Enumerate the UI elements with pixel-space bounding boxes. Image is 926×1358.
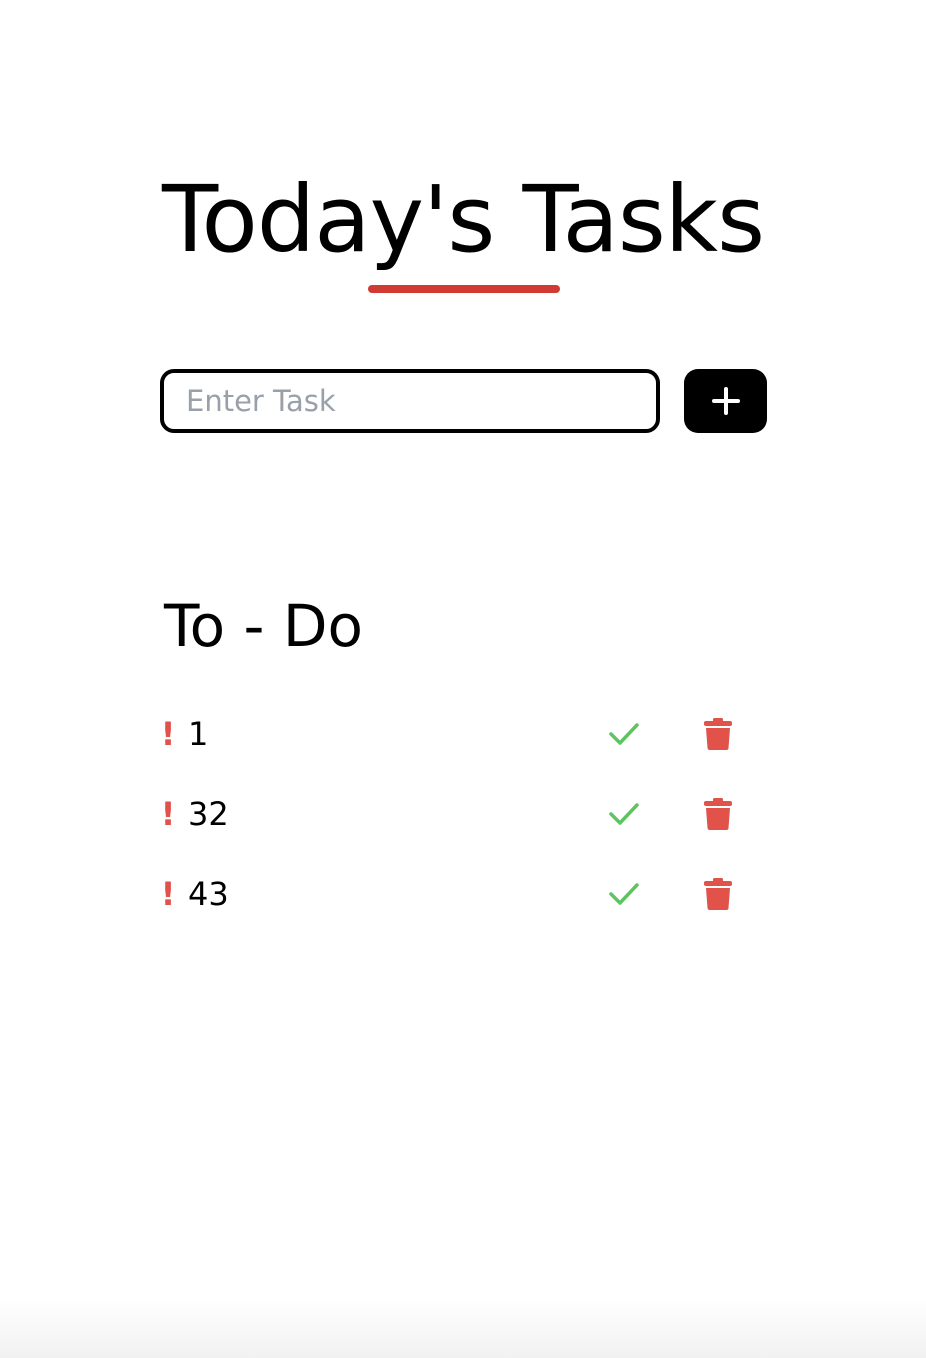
trash-icon [704,878,732,910]
complete-task-button[interactable] [603,714,645,754]
title-underline [368,285,560,293]
check-icon [609,723,639,745]
complete-task-button[interactable] [603,794,645,834]
bottom-fade [0,1298,926,1358]
task-input[interactable] [160,369,660,433]
task-row: ! 43 [0,862,926,942]
page-title: Today's Tasks [161,166,765,273]
task-text: 32 [188,795,229,833]
add-task-button[interactable] [684,369,767,433]
task-text: 43 [188,875,229,913]
task-row: ! 1 [0,702,926,782]
priority-exclamation-icon: ! [160,795,176,833]
trash-icon [704,798,732,830]
check-icon [609,883,639,905]
trash-icon [704,718,732,750]
todo-section-title: To - Do [164,592,364,660]
complete-task-button[interactable] [603,874,645,914]
priority-exclamation-icon: ! [160,875,176,913]
task-text: 1 [188,715,209,753]
task-list: ! 1 ! 32 ! 43 [0,702,926,942]
delete-task-button[interactable] [698,792,738,836]
task-row: ! 32 [0,782,926,862]
delete-task-button[interactable] [698,872,738,916]
plus-icon [711,387,740,415]
priority-exclamation-icon: ! [160,715,176,753]
delete-task-button[interactable] [698,712,738,756]
todo-app: Today's Tasks To - Do ! 1 [0,0,926,1358]
check-icon [609,803,639,825]
